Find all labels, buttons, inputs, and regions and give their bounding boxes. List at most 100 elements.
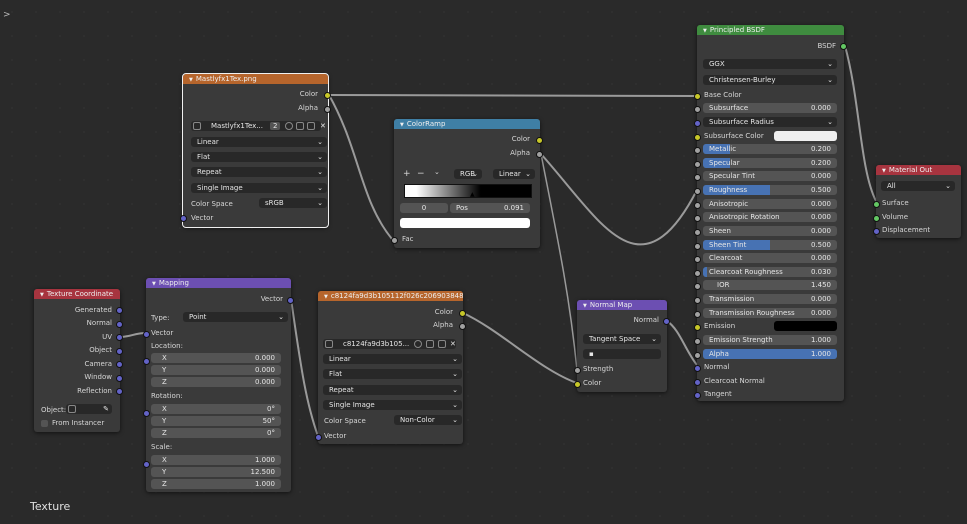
mapping-type-dropdown[interactable]: Point ⌄	[183, 312, 288, 322]
input-surface-socket[interactable]	[873, 201, 880, 208]
folder-icon[interactable]	[438, 340, 446, 348]
color-space-dropdown[interactable]: Non-Color ⌄	[394, 415, 462, 425]
folder-icon[interactable]	[307, 122, 315, 130]
node-header[interactable]: ▼ Principled BSDF	[697, 25, 844, 35]
stop-color-swatch[interactable]	[400, 218, 530, 228]
emission-strength-field[interactable]: Emission Strength 1.000	[703, 335, 837, 345]
input-anisotropic-rotation-socket[interactable]	[694, 215, 701, 222]
input-emission-socket[interactable]	[694, 324, 701, 331]
source-dropdown[interactable]: Single Image ⌄	[323, 400, 462, 410]
collapse-icon[interactable]: ▼	[882, 166, 886, 175]
input-location-socket[interactable]	[143, 358, 150, 365]
output-alpha-socket[interactable]	[324, 106, 331, 113]
input-sheen-tint-socket[interactable]	[694, 243, 701, 250]
color-mode-dropdown[interactable]: RGB ⌄	[454, 169, 482, 179]
mapping-node[interactable]: ▼ Mapping Vector Type: Point ⌄ Vector Loca…	[143, 278, 294, 492]
input-anisotropic-socket[interactable]	[694, 202, 701, 209]
normal-space-dropdown[interactable]: Tangent Space ⌄	[583, 334, 661, 344]
scale-y-field[interactable]: Y 12.500	[151, 467, 281, 477]
color-space-dropdown[interactable]: sRGB ⌄	[259, 198, 327, 208]
input-normal-socket[interactable]	[694, 365, 701, 372]
node-header[interactable]: ▼ Mapping	[146, 278, 291, 288]
collapse-icon[interactable]: ▼	[189, 75, 193, 84]
eyedropper-icon[interactable]: ✎	[103, 404, 109, 414]
output-bsdf-socket[interactable]	[840, 43, 847, 50]
interpolation-dropdown[interactable]: Linear ⌄	[493, 169, 535, 179]
input-volume-socket[interactable]	[873, 215, 880, 222]
subsurface-method-dropdown[interactable]: Christensen-Burley ⌄	[703, 75, 837, 85]
specular-tint-field[interactable]: Specular Tint 0.000	[703, 171, 837, 181]
input-metallic-socket[interactable]	[694, 147, 701, 154]
input-emission-strength-socket[interactable]	[694, 338, 701, 345]
image-browse-icon[interactable]	[325, 340, 333, 348]
output-generated-socket[interactable]	[116, 307, 123, 314]
collapse-icon[interactable]: ▼	[152, 279, 156, 288]
output-color-socket[interactable]	[459, 310, 466, 317]
color-stop-handle[interactable]: ▲	[470, 191, 475, 198]
sidebar-toggle-icon[interactable]: >	[3, 10, 11, 20]
input-specular-socket[interactable]	[694, 161, 701, 168]
input-base-color-socket[interactable]	[694, 93, 701, 100]
input-subsurface-color-socket[interactable]	[694, 134, 701, 141]
sheen-tint-field[interactable]: Sheen Tint 0.500	[703, 240, 837, 250]
output-reflection-socket[interactable]	[116, 388, 123, 395]
collapse-icon[interactable]: ▼	[40, 290, 44, 299]
output-window-socket[interactable]	[116, 375, 123, 382]
object-picker[interactable]: ✎	[66, 404, 112, 414]
input-transmission-socket[interactable]	[694, 297, 701, 304]
active-stop-index[interactable]: 0	[400, 203, 448, 213]
projection-dropdown[interactable]: Flat ⌄	[191, 152, 327, 162]
image-name[interactable]: c8124fa9d3b105...	[343, 339, 409, 349]
input-transmission-roughness-socket[interactable]	[694, 311, 701, 318]
input-vector-socket[interactable]	[180, 215, 187, 222]
input-subsurface-radius-socket[interactable]	[694, 120, 701, 127]
output-normal-socket[interactable]	[116, 321, 123, 328]
input-tangent-socket[interactable]	[694, 392, 701, 399]
rotation-z-field[interactable]: Z 0°	[151, 428, 281, 438]
image-selector[interactable]: c8124fa9d3b105... ✕	[323, 339, 456, 349]
node-header[interactable]: ▼ Material Out	[876, 165, 961, 175]
scale-x-field[interactable]: X 1.000	[151, 455, 281, 465]
image-name[interactable]: Mastlyfx1Tex...	[211, 121, 263, 131]
input-vector-socket[interactable]	[143, 331, 150, 338]
stop-position-field[interactable]: Pos 0.091	[450, 203, 530, 213]
user-count[interactable]: 2	[270, 122, 281, 130]
uv-map-field[interactable]: ▪	[583, 349, 661, 359]
source-dropdown[interactable]: Single Image ⌄	[191, 183, 327, 193]
input-specular-tint-socket[interactable]	[694, 174, 701, 181]
rotation-x-field[interactable]: X 0°	[151, 404, 281, 414]
normal-image-texture-node[interactable]: ▼c8124fa9d3b105112f026c206903848a.j... C…	[315, 291, 466, 444]
transmission-roughness-field[interactable]: Transmission Roughness 0.000	[703, 308, 837, 318]
anisotropic-rotation-field[interactable]: Anisotropic Rotation 0.000	[703, 212, 837, 222]
input-ior-socket[interactable]	[694, 283, 701, 290]
subsurface-radius-dropdown[interactable]: Subsurface Radius ⌄	[703, 117, 837, 127]
roughness-field[interactable]: Roughness 0.500	[703, 185, 837, 195]
node-header[interactable]: ▼ Mastlyfx1Tex.png	[183, 74, 328, 84]
distribution-dropdown[interactable]: GGX ⌄	[703, 59, 837, 69]
location-y-field[interactable]: Y 0.000	[151, 365, 281, 375]
colorramp-node[interactable]: ▼ ColorRamp Color Alpha + − ⌄ RGB ⌄ Linear…	[391, 119, 543, 248]
ior-field[interactable]: IOR 1.450	[703, 280, 837, 290]
transmission-field[interactable]: Transmission 0.000	[703, 294, 837, 304]
subsurface-color-swatch[interactable]	[774, 131, 837, 141]
projection-dropdown[interactable]: Flat ⌄	[323, 369, 462, 379]
location-x-field[interactable]: X 0.000	[151, 353, 281, 363]
shield-icon[interactable]	[414, 340, 422, 348]
input-fac-socket[interactable]	[391, 237, 398, 244]
node-header[interactable]: ▼ ColorRamp	[394, 119, 540, 129]
specular-field[interactable]: Specular 0.200	[703, 158, 837, 168]
input-clearcoat-roughness-socket[interactable]	[694, 270, 701, 277]
shield-icon[interactable]	[285, 122, 293, 130]
location-z-field[interactable]: Z 0.000	[151, 377, 281, 387]
extension-dropdown[interactable]: Repeat ⌄	[191, 167, 327, 177]
input-roughness-socket[interactable]	[694, 188, 701, 195]
rotation-y-field[interactable]: Y 50°	[151, 416, 281, 426]
input-alpha-socket[interactable]	[694, 352, 701, 359]
close-icon[interactable]: ✕	[450, 339, 456, 349]
output-alpha-socket[interactable]	[536, 151, 543, 158]
image-texture-node[interactable]: ▼ Mastlyfx1Tex.png Color Alpha Mastlyfx1T…	[180, 73, 331, 228]
anisotropic-field[interactable]: Anisotropic 0.000	[703, 199, 837, 209]
texture-coordinate-node[interactable]: ▼ Texture Coordinate Generated Normal UV …	[34, 289, 123, 432]
output-color-socket[interactable]	[324, 92, 331, 99]
output-camera-socket[interactable]	[116, 361, 123, 368]
